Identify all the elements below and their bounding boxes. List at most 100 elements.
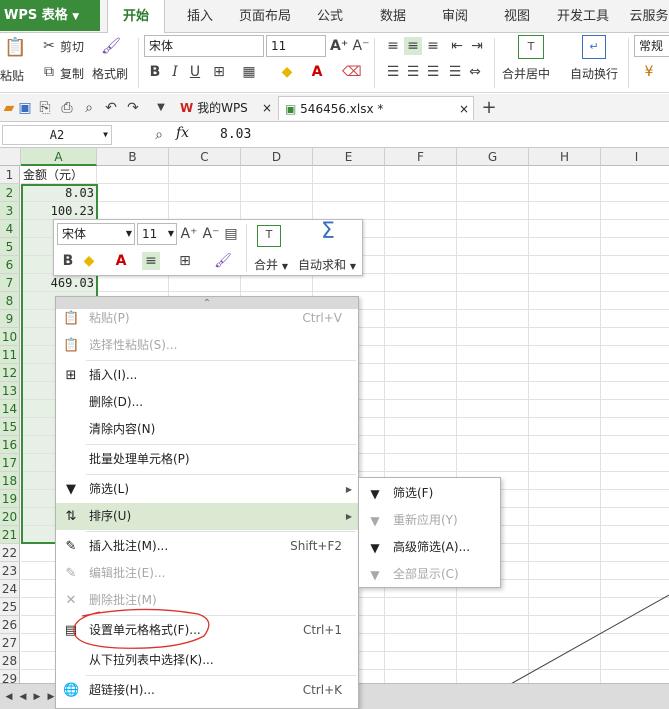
font-grow-icon[interactable]: A⁺ [180,225,198,243]
mini-font-select[interactable]: 宋体 ▼ [57,223,135,245]
row-header[interactable]: 21 [0,526,20,544]
cell[interactable] [529,238,601,256]
cell[interactable] [457,202,529,220]
cell[interactable] [601,364,669,382]
font-grow-icon[interactable]: A⁺ [330,37,348,55]
cell[interactable] [97,274,169,292]
cell[interactable] [529,256,601,274]
tab-developer[interactable]: 开发工具 [552,0,614,33]
cell[interactable] [169,166,241,184]
border-icon[interactable]: ⊞ [176,252,194,270]
column-header[interactable]: I [601,148,669,166]
cell[interactable] [385,184,457,202]
name-box[interactable]: A2 ▼ [2,125,112,145]
cell[interactable] [529,364,601,382]
row-header[interactable]: 6 [0,256,20,274]
cell[interactable] [385,436,457,454]
close-icon[interactable]: × [459,97,469,121]
cell[interactable] [457,274,529,292]
cell[interactable] [601,436,669,454]
cell[interactable] [313,274,385,292]
justify-icon[interactable]: ☰ [446,63,464,81]
cell[interactable] [529,310,601,328]
wrap-text-icon[interactable]: ↵ [582,35,606,59]
fill-color-icon[interactable]: ◆ [278,63,296,81]
tab-data[interactable]: 数据 [368,0,418,33]
italic-icon[interactable]: I [166,63,184,81]
font-size-select[interactable]: 11 [266,35,326,57]
cell[interactable] [529,220,601,238]
row-header[interactable]: 17 [0,454,20,472]
cell[interactable] [457,166,529,184]
column-header[interactable]: H [529,148,601,166]
cell[interactable] [529,544,601,562]
row-header[interactable]: 18 [0,472,20,490]
cell[interactable] [97,166,169,184]
cell[interactable] [601,562,669,580]
format-painter-icon[interactable]: 🖌 [214,252,232,270]
cell[interactable] [385,220,457,238]
cell[interactable] [241,202,313,220]
export-icon[interactable]: ⎘ [36,99,54,117]
font-family-select[interactable]: 宋体 [144,35,264,57]
cell[interactable] [601,166,669,184]
submenu-item[interactable]: ▼ 高级筛选(A)... [359,534,500,561]
menu-item[interactable]: 删除(D)... [56,389,358,416]
cell[interactable] [601,418,669,436]
print-preview-icon[interactable]: ⌕ [80,99,98,117]
cell[interactable] [601,382,669,400]
merge-center-button[interactable]: 合并居中 [502,65,550,82]
cell[interactable] [529,346,601,364]
align-left-icon[interactable]: ☰ [384,63,402,81]
cell[interactable] [529,292,601,310]
menu-item[interactable]: ⊞ 插入(I)... [56,362,358,389]
new-tab-icon[interactable]: + [480,99,498,117]
cell[interactable] [457,418,529,436]
cell[interactable] [601,292,669,310]
cell[interactable] [601,544,669,562]
format-painter-icon[interactable]: 🖌 [100,37,122,59]
underline-icon[interactable]: U [186,63,204,81]
mini-merge-button[interactable]: 合并 ▼ [254,256,288,273]
cell[interactable] [313,166,385,184]
submenu-item[interactable]: ▼ 重新应用(Y) [359,507,500,534]
mini-autosum-button[interactable]: 自动求和 ▼ [298,256,356,273]
cell[interactable] [385,346,457,364]
cell[interactable] [601,490,669,508]
column-header[interactable]: D [241,148,313,166]
menu-item[interactable]: 🌐 超链接(H)... Ctrl+K [56,677,358,704]
save-icon[interactable]: ▣ [16,99,34,117]
cell[interactable] [529,382,601,400]
cell[interactable] [385,652,457,670]
cell[interactable] [529,562,601,580]
cell[interactable] [601,526,669,544]
border-icon[interactable]: ⊞ [210,63,228,81]
column-header[interactable]: A [21,148,97,166]
cell[interactable] [601,202,669,220]
formula-input[interactable]: 8.03 [216,125,666,145]
cell[interactable] [529,400,601,418]
cell[interactable] [601,238,669,256]
menu-item[interactable]: 📋 粘贴(P) Ctrl+V [56,305,358,332]
cell[interactable] [457,382,529,400]
align-top-icon[interactable]: ≡ [384,37,402,55]
align-right-icon[interactable]: ☰ [424,63,442,81]
cell[interactable] [457,256,529,274]
tab-insert[interactable]: 插入 [175,0,225,33]
cell[interactable] [529,526,601,544]
cell[interactable] [529,472,601,490]
row-header[interactable]: 16 [0,436,20,454]
number-format-select[interactable]: 常规 [634,35,669,57]
row-header[interactable]: 1 [0,166,20,184]
font-color-icon[interactable]: A [112,252,130,270]
cell[interactable] [529,490,601,508]
cell[interactable] [601,346,669,364]
font-shrink-icon[interactable]: A⁻ [352,37,370,55]
tab-formulas[interactable]: 公式 [305,0,355,33]
merge-center-icon[interactable]: T [518,35,544,59]
currency-icon[interactable]: ¥ [640,63,658,81]
redo-icon[interactable]: ↷ [124,99,142,117]
doc-tab-wps[interactable]: W 我的WPS × [174,96,276,120]
cell[interactable] [457,436,529,454]
row-header[interactable]: 25 [0,598,20,616]
